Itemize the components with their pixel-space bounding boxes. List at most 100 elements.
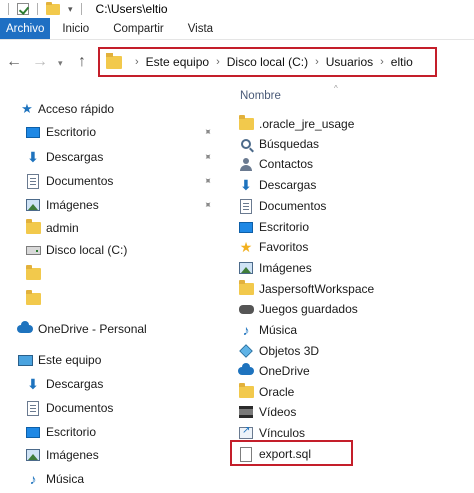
gamepad-icon <box>238 301 254 317</box>
breadcrumb-usuarios[interactable]: Usuarios <box>326 55 373 69</box>
pin-icon[interactable]: ✦ <box>200 125 214 139</box>
sort-chevron-icon[interactable]: ^ <box>334 84 338 93</box>
sidebar-item-pc-documentos[interactable]: Documentos <box>0 397 220 419</box>
breadcrumb-separator-icon[interactable]: › <box>380 56 384 68</box>
list-item[interactable]: Vídeos <box>238 402 468 422</box>
list-item[interactable]: Oracle <box>238 382 468 402</box>
list-item[interactable]: Contactos <box>238 154 468 174</box>
forward-arrow-icon[interactable]: → <box>32 53 48 71</box>
sidebar-item-label: Descargas <box>46 150 104 164</box>
file-name: Búsquedas <box>259 137 320 151</box>
file-name: JaspersoftWorkspace <box>259 282 375 296</box>
sidebar-item-folder[interactable] <box>0 263 220 285</box>
sidebar-item-descargas[interactable]: ⬇ Descargas ✦ <box>0 146 220 168</box>
list-item[interactable]: Objetos 3D <box>238 341 468 361</box>
sidebar-item-disco-local[interactable]: Disco local (C:) <box>0 239 220 261</box>
navigation-pane: ★ Acceso rápido Escritorio ✦ ⬇ Descargas… <box>0 84 220 493</box>
list-item[interactable]: ★ Favoritos <box>238 237 468 257</box>
breadcrumb-separator-icon[interactable]: › <box>315 56 319 68</box>
sidebar-item-pc-musica[interactable]: ♪ Música <box>0 468 220 490</box>
music-icon: ♪ <box>242 322 250 338</box>
recent-locations-chevron-icon[interactable]: ▾ <box>58 58 63 69</box>
breadcrumb-separator-icon[interactable]: › <box>216 56 220 68</box>
list-item[interactable]: Documentos <box>238 196 468 216</box>
ribbon-tabs: Archivo Inicio Compartir Vista <box>0 18 474 40</box>
folder-icon <box>238 280 254 297</box>
sidebar-item-este-equipo[interactable]: Este equipo <box>0 349 220 371</box>
sidebar-item-label: Documentos <box>46 174 114 188</box>
sidebar-item-label: admin <box>46 221 79 235</box>
list-item[interactable]: ⬇ Descargas <box>238 175 468 195</box>
tab-archivo[interactable]: Archivo <box>0 18 51 39</box>
download-icon: ⬇ <box>27 375 39 392</box>
file-name: Escritorio <box>259 220 310 234</box>
search-icon <box>238 136 254 152</box>
list-item[interactable]: OneDrive <box>238 361 468 381</box>
sidebar-item-admin[interactable]: admin <box>0 217 220 239</box>
quick-access-toolbar: ▾ <box>0 1 86 15</box>
tab-inicio[interactable]: Inicio <box>50 18 101 39</box>
folder-icon <box>106 52 122 69</box>
column-header-nombre[interactable]: Nombre <box>240 90 281 102</box>
download-icon: ⬇ <box>27 148 39 165</box>
file-name: Imágenes <box>259 261 312 275</box>
sidebar-item-folder[interactable] <box>0 288 220 310</box>
list-item[interactable]: JaspersoftWorkspace <box>238 279 468 299</box>
new-folder-icon[interactable] <box>46 1 60 15</box>
document-icon <box>24 399 42 417</box>
image-icon <box>24 196 42 214</box>
sidebar-item-pc-descargas[interactable]: ⬇ Descargas <box>0 373 220 395</box>
window-title: C:\Users\eltio <box>95 2 168 16</box>
back-arrow-icon[interactable]: ← <box>6 53 22 71</box>
tab-vista[interactable]: Vista <box>176 18 225 39</box>
download-icon: ⬇ <box>240 176 252 193</box>
folder-icon <box>238 383 254 400</box>
breadcrumb-eltio[interactable]: eltio <box>391 55 413 69</box>
file-name: Oracle <box>259 385 295 399</box>
pin-icon[interactable]: ✦ <box>200 198 214 212</box>
sidebar-item-label: Escritorio <box>46 125 97 139</box>
list-item[interactable]: Juegos guardados <box>238 299 468 319</box>
breadcrumb-separator-icon[interactable]: › <box>135 56 139 68</box>
list-item[interactable]: Búsquedas <box>238 134 468 154</box>
list-item[interactable]: Escritorio <box>238 217 468 237</box>
sidebar-item-quick-access[interactable]: ★ Acceso rápido <box>0 98 220 120</box>
chevron-down-icon[interactable]: ▾ <box>68 4 73 15</box>
list-item[interactable]: .oracle_jre_usage <box>238 114 468 134</box>
sidebar-item-pc-imagenes[interactable]: Imágenes <box>0 444 220 466</box>
pin-icon[interactable]: ✦ <box>200 150 214 164</box>
list-item[interactable]: Imágenes <box>238 258 468 278</box>
image-icon <box>238 260 254 276</box>
file-list: ^ Nombre .oracle_jre_usage Búsquedas Con… <box>228 84 474 493</box>
music-icon: ♪ <box>29 471 37 487</box>
breadcrumb-este-equipo[interactable]: Este equipo <box>146 55 209 69</box>
breadcrumb-disco-local[interactable]: Disco local (C:) <box>227 55 308 69</box>
toolbar-divider <box>8 3 9 15</box>
toolbar-divider <box>37 3 38 15</box>
folder-icon <box>24 219 42 237</box>
sidebar-item-pc-escritorio[interactable]: Escritorio <box>0 421 220 443</box>
sidebar-item-label: Música <box>46 472 85 486</box>
up-arrow-icon[interactable]: ↑ <box>78 53 86 71</box>
tab-compartir[interactable]: Compartir <box>101 18 175 39</box>
toolbar-divider <box>80 3 82 15</box>
address-bar[interactable]: › Este equipo › Disco local (C:) › Usuar… <box>98 47 437 77</box>
properties-check-icon[interactable] <box>17 3 29 15</box>
star-icon: ★ <box>21 101 33 116</box>
sidebar-item-documentos[interactable]: Documentos ✦ <box>0 170 220 192</box>
highlight-box <box>230 440 353 466</box>
desktop-icon <box>24 123 42 141</box>
sidebar-item-label: Documentos <box>46 401 114 415</box>
folder-icon <box>24 265 42 283</box>
sidebar-item-label: Este equipo <box>38 353 102 367</box>
sidebar-item-onedrive[interactable]: OneDrive - Personal <box>0 318 220 340</box>
list-item[interactable]: ♪ Música <box>238 320 468 340</box>
document-icon <box>238 198 254 214</box>
star-icon: ★ <box>239 238 253 255</box>
pin-icon[interactable]: ✦ <box>200 174 214 188</box>
sidebar-item-label: Acceso rápido <box>38 102 115 116</box>
file-name: Favoritos <box>259 240 309 254</box>
links-icon <box>238 425 254 441</box>
sidebar-item-imagenes[interactable]: Imágenes ✦ <box>0 194 220 216</box>
sidebar-item-escritorio[interactable]: Escritorio ✦ <box>0 121 220 143</box>
